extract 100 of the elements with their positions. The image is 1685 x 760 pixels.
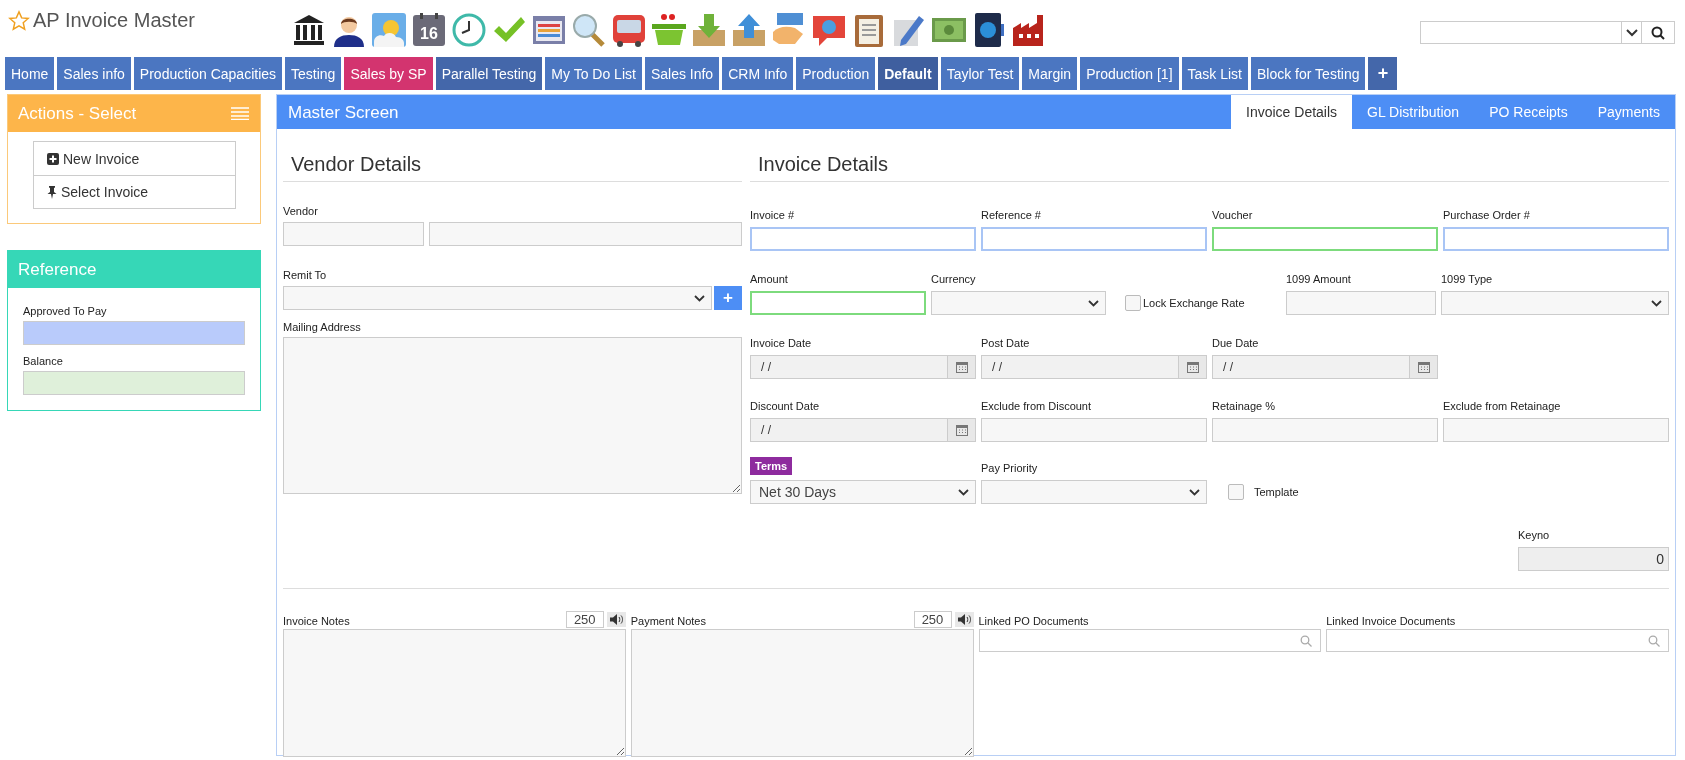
search-field[interactable]	[1326, 629, 1669, 652]
app-title: AP Invoice Master	[33, 9, 195, 32]
field-label: Approved To Pay	[23, 305, 108, 318]
section-heading: Vendor Details	[283, 150, 742, 182]
nav-tab[interactable]: Parallel Testing	[435, 57, 543, 90]
nav-tab[interactable]: Sales by SP	[344, 57, 433, 90]
clock-icon[interactable]	[451, 12, 487, 48]
input-field[interactable]	[283, 222, 424, 246]
dropdown-button[interactable]	[1622, 21, 1642, 44]
speaker-icon[interactable]	[954, 612, 974, 627]
input-field[interactable]: 0	[1518, 547, 1669, 571]
add-tab-button[interactable]: +	[1368, 57, 1398, 90]
dropdown-field[interactable]: Net 30 Days	[750, 480, 976, 504]
chevron-down-icon	[1625, 28, 1638, 37]
input-field[interactable]	[750, 227, 976, 251]
field-label: Linked Invoice Documents	[1326, 614, 1456, 628]
panel-title: Actions - Select	[18, 103, 137, 124]
field-label: Remit To	[283, 268, 328, 282]
nav-tab[interactable]: Production [1]	[1080, 57, 1179, 90]
character-count: 250	[913, 611, 952, 628]
checkbox[interactable]	[1125, 295, 1141, 311]
nav-tab[interactable]: Sales Info	[644, 57, 720, 90]
date-field[interactable]: / /	[1212, 355, 1438, 379]
field-label: Due Date	[1212, 336, 1259, 350]
input-field[interactable]	[1286, 291, 1436, 315]
nav-tab[interactable]: Production Capacities	[133, 57, 283, 90]
section-tab[interactable]: GL Distribution	[1352, 95, 1475, 129]
checkbox-label: Template	[1254, 486, 1299, 498]
section-tab[interactable]: PO Receipts	[1474, 95, 1583, 129]
panel-title: Reference	[18, 259, 97, 280]
calendar-icon[interactable]	[1186, 361, 1199, 373]
calendar-icon[interactable]	[1417, 361, 1430, 373]
nav-tab[interactable]: Testing	[285, 57, 342, 90]
input-field[interactable]	[750, 291, 926, 315]
field-label: Invoice Notes	[283, 614, 350, 628]
input-field[interactable]	[23, 321, 245, 345]
date-field[interactable]: / /	[750, 355, 976, 379]
field-label: 1099 Type	[1441, 272, 1493, 286]
input-field[interactable]	[981, 227, 1207, 251]
field-label: Exclude from Discount	[981, 399, 1092, 413]
field-label: Amount	[750, 272, 788, 286]
upload-box-icon[interactable]	[731, 12, 767, 48]
calendar-icon[interactable]	[955, 424, 968, 436]
search-button[interactable]	[1642, 21, 1675, 44]
field-label: Retainage %	[1212, 399, 1275, 413]
character-count: 250	[565, 611, 604, 628]
field-label: Pay Priority	[981, 461, 1038, 475]
input-field[interactable]	[429, 222, 742, 246]
input-field[interactable]	[1443, 418, 1669, 442]
dropdown-field[interactable]	[283, 286, 712, 310]
nav-tab[interactable]: Home	[5, 57, 55, 90]
input-field[interactable]	[23, 371, 245, 395]
field-label: Payment Notes	[630, 614, 706, 628]
calendar-icon[interactable]	[955, 361, 968, 373]
bus-icon[interactable]	[611, 12, 647, 48]
dropdown-field[interactable]	[931, 291, 1106, 315]
checkbox[interactable]	[1228, 484, 1244, 500]
field-label: Voucher	[1212, 208, 1253, 222]
nav-tab[interactable]: CRM Info	[722, 57, 794, 90]
chevron-down-icon	[1088, 299, 1099, 307]
nav-tab[interactable]: Task List	[1181, 57, 1248, 90]
section-tab[interactable]: Payments	[1582, 95, 1675, 129]
chevron-down-icon	[958, 488, 969, 496]
field-label: Post Date	[981, 336, 1030, 350]
basket-icon[interactable]	[651, 12, 687, 48]
input-field[interactable]	[1443, 227, 1669, 251]
nav-tab[interactable]: Default	[878, 57, 938, 90]
dropdown-field[interactable]	[981, 480, 1207, 504]
star-icon	[8, 9, 30, 32]
speaker-icon[interactable]	[606, 612, 626, 627]
date-field[interactable]: / /	[981, 355, 1207, 379]
field-label: Purchase Order #	[1443, 208, 1530, 222]
field-label: Currency	[931, 272, 976, 286]
nav-tab[interactable]: Block for Testing	[1251, 57, 1366, 90]
nav-tab[interactable]: My To Do List	[545, 57, 642, 90]
search-field[interactable]	[1420, 21, 1622, 44]
input-field[interactable]	[1212, 227, 1438, 251]
download-box-icon[interactable]	[691, 12, 727, 48]
field-label: Keyno	[1518, 528, 1551, 542]
pin-icon	[47, 185, 57, 199]
nav-tab[interactable]: Sales info	[57, 57, 131, 90]
input-field[interactable]	[981, 418, 1207, 442]
bank-icon[interactable]	[291, 12, 327, 48]
field-label: Invoice #	[750, 208, 795, 222]
chevron-down-icon	[1189, 488, 1200, 496]
chevron-down-icon	[694, 294, 705, 302]
nav-tab[interactable]: Taylor Test	[940, 57, 1020, 90]
section-tab[interactable]: Invoice Details	[1231, 95, 1353, 129]
menu-icon[interactable]	[231, 107, 249, 120]
calendar-icon[interactable]: 16	[411, 12, 447, 48]
dropdown-field[interactable]	[1441, 291, 1669, 315]
search-field[interactable]	[978, 629, 1322, 652]
input-field[interactable]	[1212, 418, 1438, 442]
add-button[interactable]: +	[714, 286, 742, 310]
nav-tab[interactable]: Margin	[1022, 57, 1078, 90]
field-label: Terms	[750, 457, 793, 475]
date-field[interactable]: / /	[750, 418, 976, 442]
nav-tab[interactable]: Production	[796, 57, 876, 90]
field-label: Exclude from Retainage	[1443, 399, 1561, 413]
plus-square-icon	[47, 152, 59, 165]
